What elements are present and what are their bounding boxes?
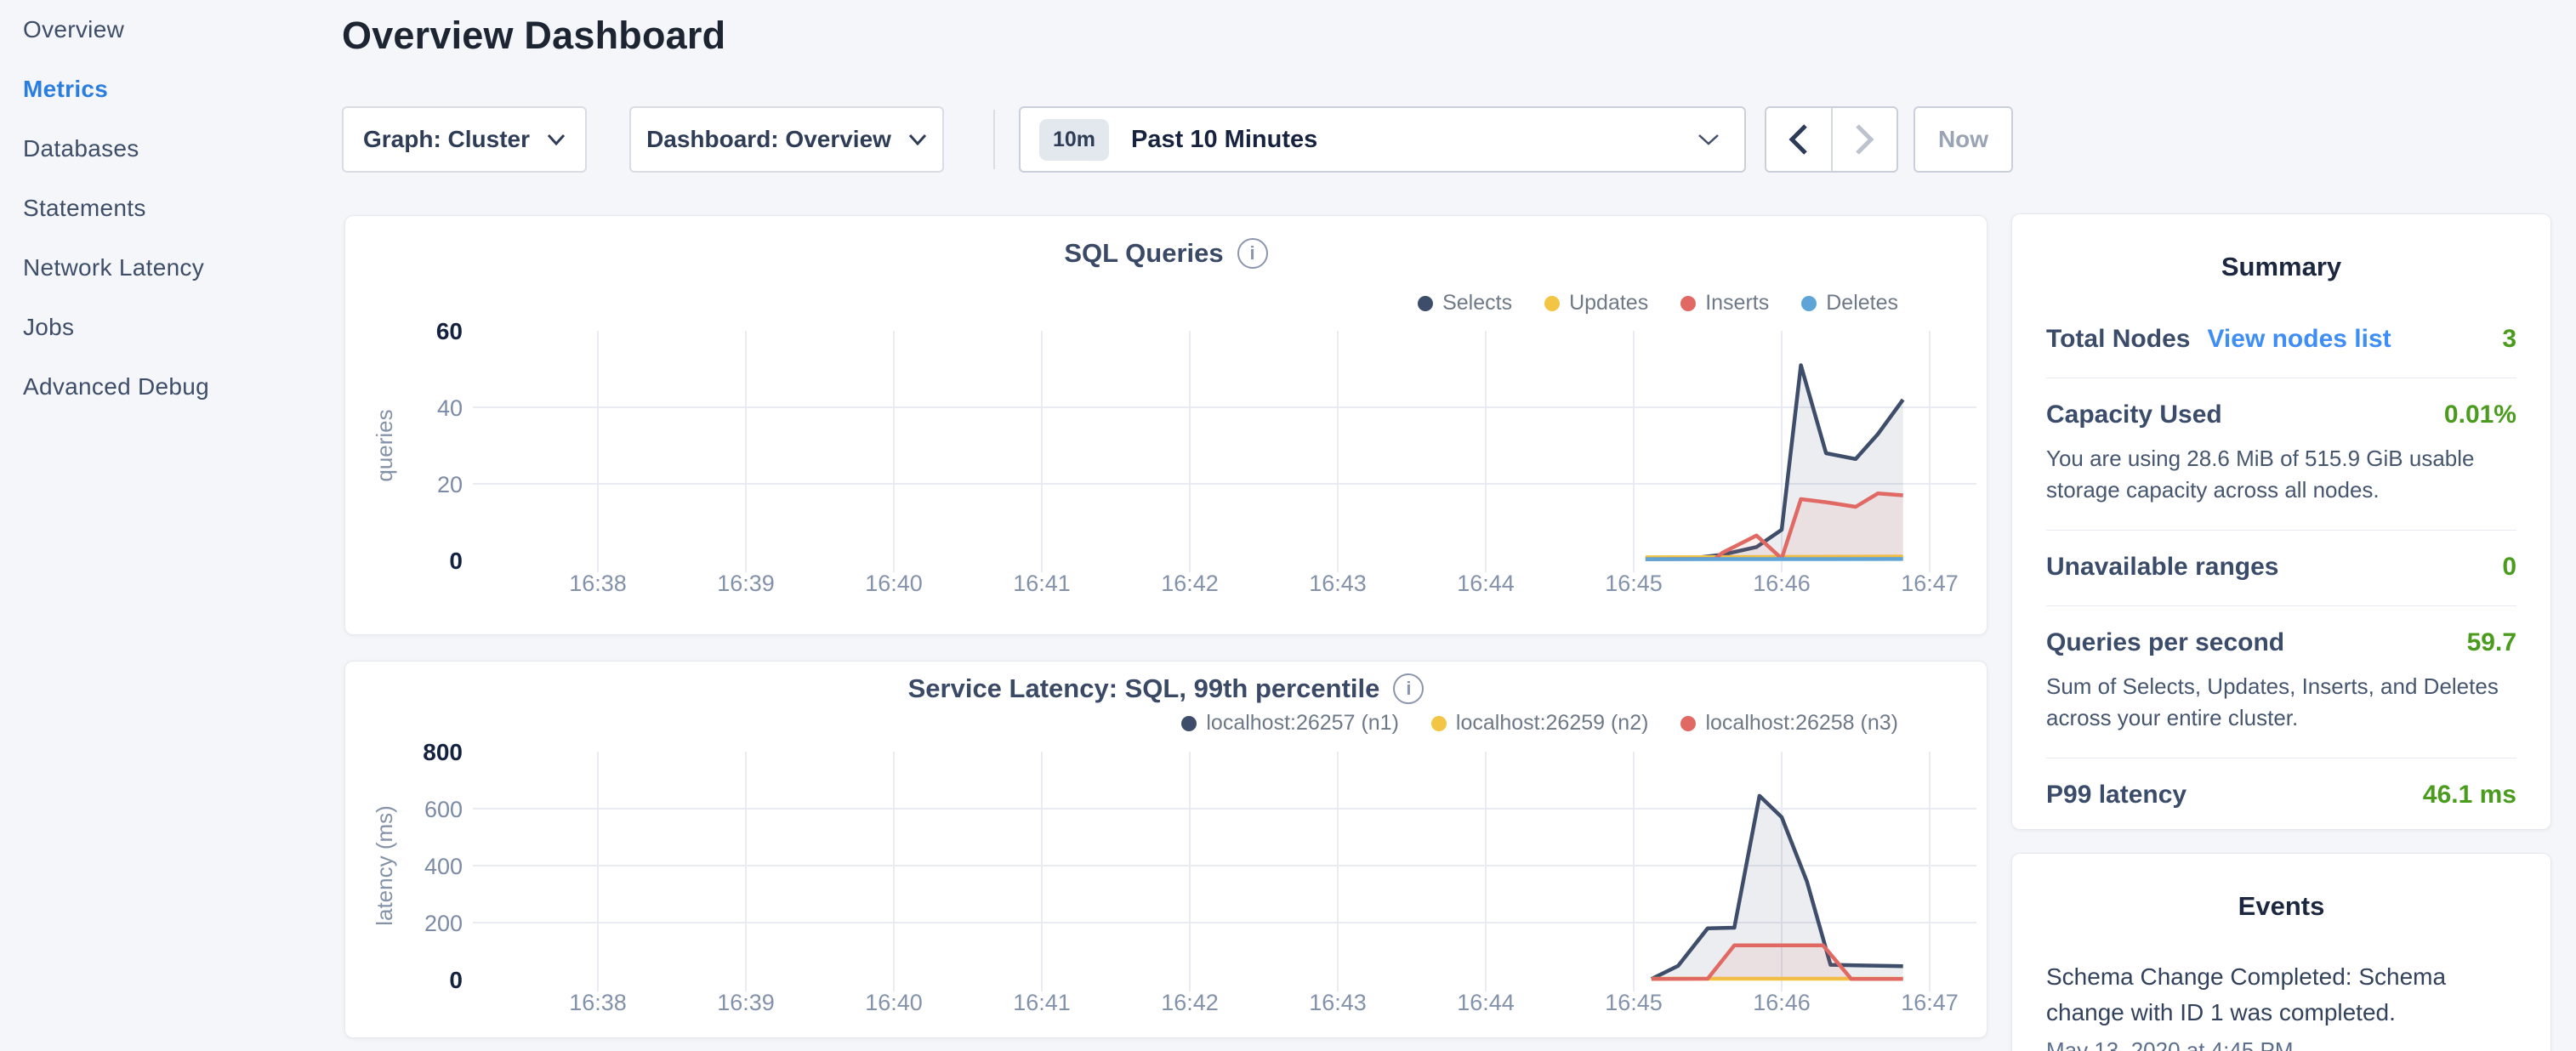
svg-text:16:42: 16:42	[1161, 990, 1219, 1015]
dashboard-dropdown[interactable]: Dashboard: Overview	[629, 106, 944, 173]
summary-label: P99 latency	[2046, 781, 2186, 810]
sidebar-item-databases[interactable]: Databases	[0, 119, 336, 179]
events-list: Schema Change Completed: Schema change w…	[2046, 959, 2516, 1051]
sidebar-item-statements[interactable]: Statements	[0, 179, 336, 238]
events-panel: Events Schema Change Completed: Schema c…	[2011, 853, 2551, 1051]
summary-rows: Total Nodes View nodes list 3 Capacity Used…	[2046, 325, 2516, 810]
controls-divider	[993, 110, 995, 169]
svg-text:16:43: 16:43	[1309, 990, 1367, 1015]
sql-queries-chart-card: SQL Queries i SelectsUpdatesInsertsDelet…	[344, 215, 1987, 635]
graph-dropdown[interactable]: Graph: Cluster	[342, 106, 587, 173]
graph-dropdown-label: Graph: Cluster	[363, 126, 530, 153]
svg-text:16:47: 16:47	[1901, 571, 1959, 596]
svg-text:16:46: 16:46	[1753, 990, 1811, 1015]
svg-text:16:39: 16:39	[717, 990, 775, 1015]
svg-text:queries: queries	[372, 409, 397, 481]
svg-text:16:47: 16:47	[1901, 990, 1959, 1015]
chevron-down-icon	[547, 134, 566, 145]
time-prev-button[interactable]	[1766, 108, 1833, 171]
svg-text:16:44: 16:44	[1457, 990, 1515, 1015]
event-item[interactable]: Schema Change Completed: Schema change w…	[2046, 959, 2516, 1051]
svg-text:16:46: 16:46	[1753, 571, 1811, 596]
svg-text:20: 20	[437, 472, 463, 497]
dashboard-dropdown-label: Dashboard: Overview	[646, 126, 891, 153]
event-text: Schema Change Completed: Schema change w…	[2046, 959, 2516, 1031]
controls-bar: Graph: Cluster Dashboard: Overview 10m P…	[342, 106, 1990, 173]
view-nodes-list-link[interactable]: View nodes list	[2207, 325, 2391, 354]
summary-label: Capacity Used	[2046, 401, 2222, 429]
svg-text:16:38: 16:38	[569, 571, 627, 596]
service-latency-chart-card: Service Latency: SQL, 99th percentile i …	[344, 661, 1987, 1038]
summary-value: 3	[2502, 325, 2516, 354]
summary-subtext: You are using 28.6 MiB of 515.9 GiB usab…	[2046, 443, 2516, 506]
svg-text:60: 60	[436, 318, 463, 344]
chevron-down-icon	[1697, 133, 1720, 146]
time-range-dropdown[interactable]: 10m Past 10 Minutes	[1019, 106, 1746, 173]
sidebar-item-overview[interactable]: Overview	[0, 0, 336, 60]
summary-row-total-nodes: Total Nodes View nodes list 3	[2046, 325, 2516, 354]
svg-text:16:44: 16:44	[1457, 571, 1515, 596]
sidebar-item-advanced-debug[interactable]: Advanced Debug	[0, 357, 336, 417]
events-title: Events	[2046, 891, 2516, 922]
svg-text:16:42: 16:42	[1161, 571, 1219, 596]
summary-row-capacity-used: Capacity Used 0.01%	[2046, 401, 2516, 429]
svg-text:16:39: 16:39	[717, 571, 775, 596]
summary-value: 46.1 ms	[2423, 781, 2516, 810]
sql-queries-plot: 0 20 40 60 16:38 16:39 16:40 16:41 16:42 16:43 16:…	[345, 216, 1987, 616]
page-title: Overview Dashboard	[342, 14, 1990, 58]
svg-text:800: 800	[423, 739, 463, 765]
svg-text:16:40: 16:40	[865, 571, 923, 596]
now-button[interactable]: Now	[1914, 106, 2013, 173]
sidebar: OverviewMetricsDatabasesStatementsNetwor…	[0, 0, 336, 1051]
summary-panel: Summary Total Nodes View nodes list 3 Capac…	[2011, 213, 2551, 830]
sidebar-item-metrics[interactable]: Metrics	[0, 60, 336, 119]
summary-row-unavailable-ranges: Unavailable ranges 0	[2046, 553, 2516, 582]
svg-text:16:40: 16:40	[865, 990, 923, 1015]
svg-text:0: 0	[449, 548, 463, 574]
summary-value: 0	[2502, 553, 2516, 582]
event-timestamp: May 13, 2020 at 4:45 PM	[2046, 1037, 2516, 1051]
svg-text:latency (ms): latency (ms)	[372, 805, 397, 926]
svg-text:16:41: 16:41	[1013, 990, 1071, 1015]
time-range-label: Past 10 Minutes	[1131, 126, 1317, 154]
summary-label: Total Nodes	[2046, 325, 2190, 354]
time-next-button[interactable]	[1833, 108, 1897, 171]
summary-divider	[2046, 605, 2516, 606]
sidebar-item-network-latency[interactable]: Network Latency	[0, 238, 336, 298]
time-range-badge: 10m	[1039, 119, 1109, 161]
service-latency-plot: 0 200 400 600 800 16:38 16:39 16:40 16:41 16:42 16…	[345, 662, 1987, 1036]
summary-subtext: Sum of Selects, Updates, Inserts, and De…	[2046, 671, 2516, 734]
summary-title: Summary	[2046, 252, 2516, 282]
svg-text:16:45: 16:45	[1605, 990, 1663, 1015]
summary-value: 59.7	[2467, 628, 2516, 657]
sidebar-item-jobs[interactable]: Jobs	[0, 298, 336, 357]
svg-text:16:41: 16:41	[1013, 571, 1071, 596]
svg-text:600: 600	[424, 797, 463, 822]
svg-text:16:43: 16:43	[1309, 571, 1367, 596]
chevron-down-icon	[908, 134, 927, 145]
svg-text:16:45: 16:45	[1605, 571, 1663, 596]
summary-divider	[2046, 530, 2516, 531]
svg-text:0: 0	[449, 967, 463, 993]
summary-label: Queries per second	[2046, 628, 2284, 657]
svg-text:400: 400	[424, 854, 463, 879]
summary-row-queries-per-second: Queries per second 59.7	[2046, 628, 2516, 657]
main-content: Overview Dashboard Graph: Cluster Dashbo…	[342, 0, 1990, 1051]
time-step-buttons	[1765, 106, 1898, 173]
chevron-left-icon	[1788, 123, 1809, 156]
summary-label: Unavailable ranges	[2046, 553, 2278, 582]
svg-text:16:38: 16:38	[569, 990, 627, 1015]
page: OverviewMetricsDatabasesStatementsNetwor…	[0, 0, 2576, 1051]
chevron-right-icon	[1854, 123, 1874, 156]
svg-text:40: 40	[437, 395, 463, 421]
summary-value: 0.01%	[2444, 401, 2516, 429]
svg-text:200: 200	[424, 911, 463, 936]
summary-row-p99-latency: P99 latency 46.1 ms	[2046, 781, 2516, 810]
